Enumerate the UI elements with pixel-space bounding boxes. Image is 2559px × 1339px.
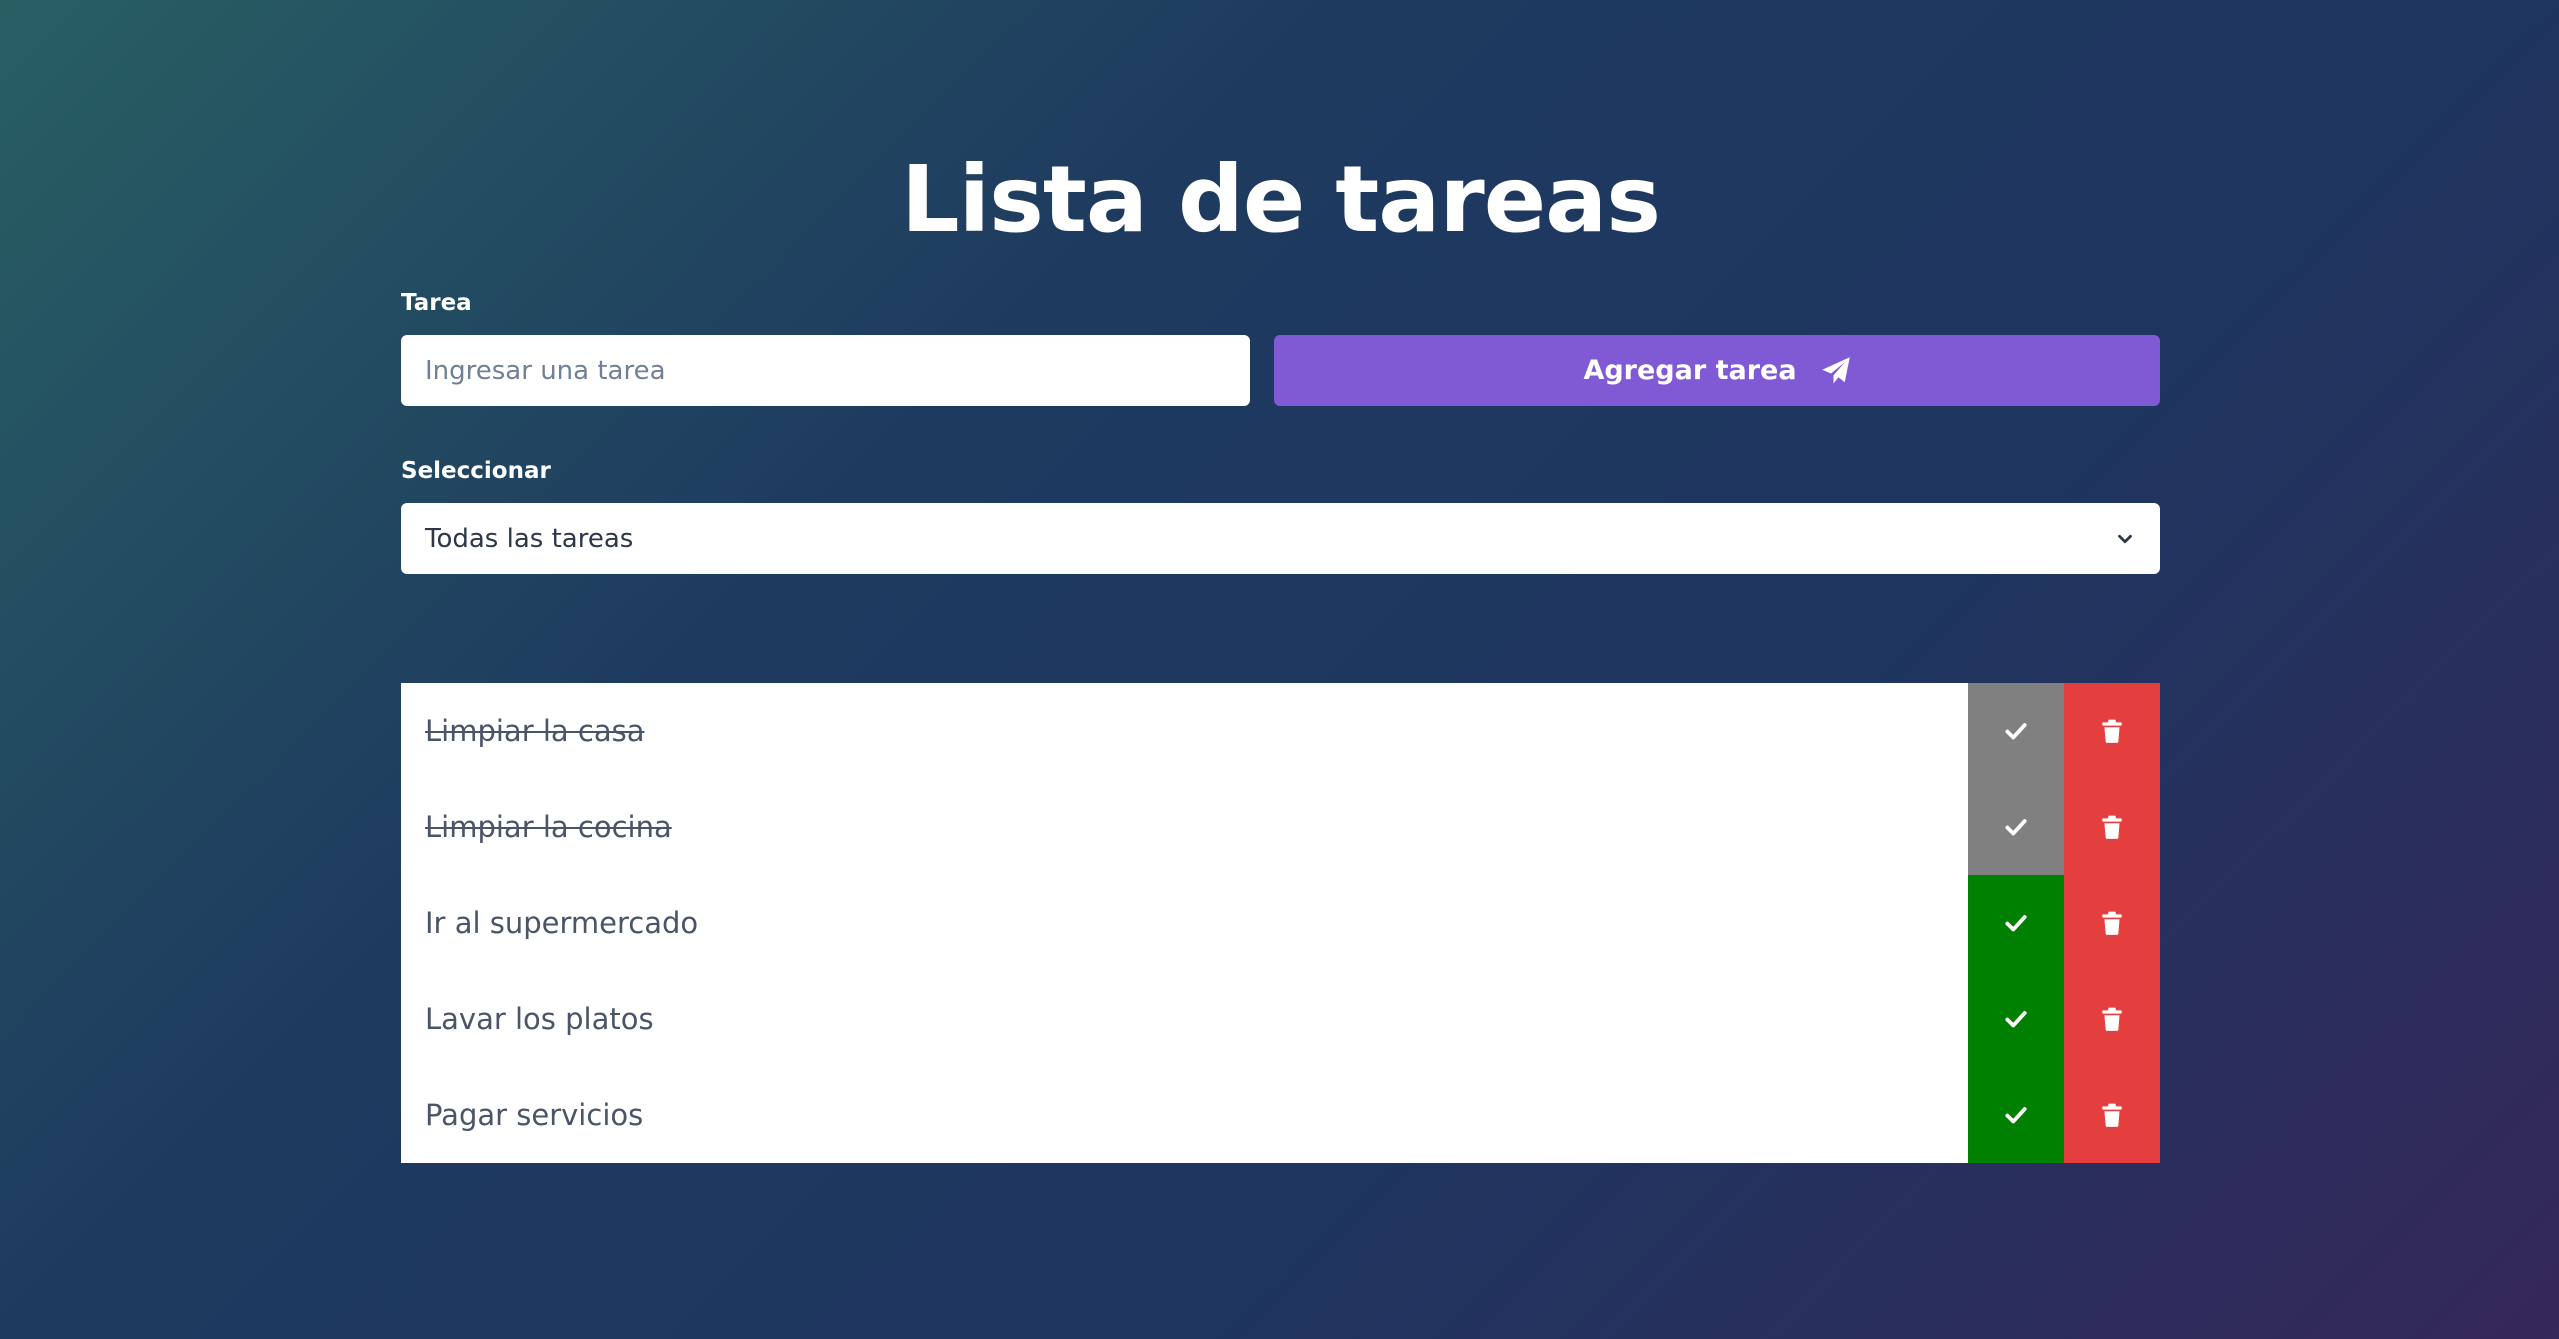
task-row: Limpiar la casa [401, 683, 2160, 779]
chevron-down-icon [2114, 528, 2136, 550]
page-title: Lista de tareas [901, 146, 1661, 253]
task-text: Pagar servicios [425, 1098, 644, 1132]
task-row: Pagar servicios [401, 1067, 2160, 1163]
task-row: Lavar los platos [401, 971, 2160, 1067]
trash-icon [2099, 910, 2125, 936]
check-icon [2003, 718, 2029, 744]
task-row: Ir al supermercado [401, 875, 2160, 971]
trash-icon [2099, 1006, 2125, 1032]
trash-icon [2099, 814, 2125, 840]
add-task-button-label: Agregar tarea [1583, 355, 1797, 386]
complete-task-button[interactable] [1968, 971, 2064, 1067]
task-row: Limpiar la cocina [401, 779, 2160, 875]
task-input[interactable] [401, 335, 1250, 406]
task-text: Limpiar la casa [425, 714, 645, 748]
delete-task-button[interactable] [2064, 779, 2160, 875]
check-icon [2003, 1102, 2029, 1128]
trash-icon [2099, 718, 2125, 744]
complete-task-button[interactable] [1968, 875, 2064, 971]
task-label: Tarea [401, 290, 472, 316]
check-icon [2003, 1006, 2029, 1032]
task-text: Lavar los platos [425, 1002, 654, 1036]
check-icon [2003, 814, 2029, 840]
delete-task-button[interactable] [2064, 971, 2160, 1067]
select-label: Seleccionar [401, 458, 551, 484]
task-text: Ir al supermercado [425, 906, 699, 940]
complete-task-button[interactable] [1968, 1067, 2064, 1163]
check-icon [2003, 910, 2029, 936]
delete-task-button[interactable] [2064, 875, 2160, 971]
task-text: Limpiar la cocina [425, 810, 672, 844]
paper-plane-icon [1821, 356, 1850, 383]
filter-select[interactable]: Todas las tareas [401, 503, 2160, 574]
filter-select-value: Todas las tareas [425, 523, 634, 554]
trash-icon [2099, 1102, 2125, 1128]
add-task-button[interactable]: Agregar tarea [1274, 335, 2160, 406]
complete-task-button[interactable] [1968, 683, 2064, 779]
task-list: Limpiar la casa Limpiar la cocina Ir al su… [401, 683, 2160, 1163]
complete-task-button[interactable] [1968, 779, 2064, 875]
delete-task-button[interactable] [2064, 683, 2160, 779]
delete-task-button[interactable] [2064, 1067, 2160, 1163]
